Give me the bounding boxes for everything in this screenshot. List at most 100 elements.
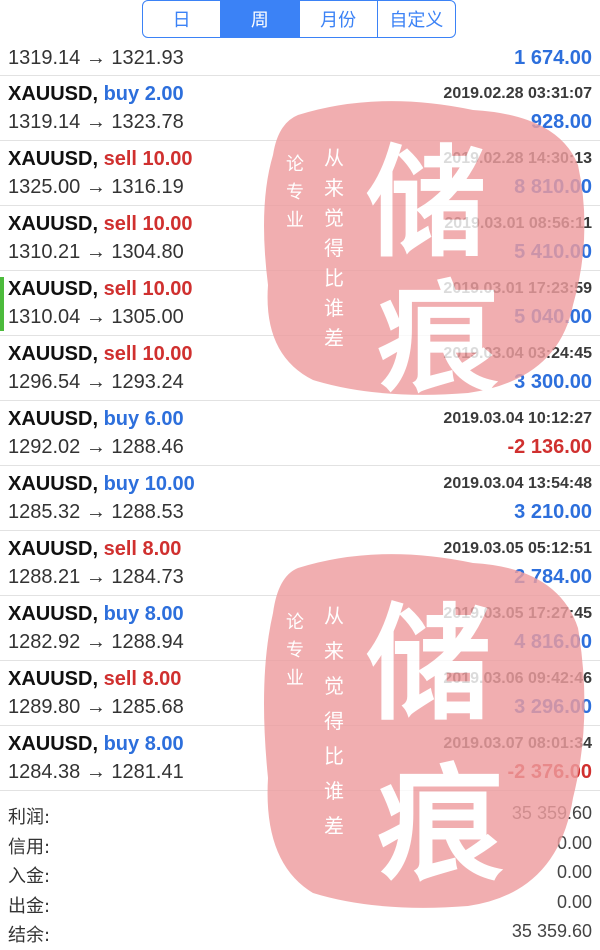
trade-profit: 5 040.00 — [514, 306, 592, 328]
summary-label: 结余: — [8, 925, 51, 946]
trade-open-price: 1319.14 — [8, 111, 81, 133]
trade-row[interactable]: XAUUSD, sell 8.00 2019.03.05 05:12:51 1288… — [0, 531, 600, 596]
trade-profit: 1 674.00 — [514, 47, 592, 69]
summary-row-withdrawal: 出金: 0.00 — [0, 889, 600, 919]
trade-action: buy 8.00 — [104, 733, 184, 755]
trade-row[interactable]: XAUUSD, buy 2.00 2019.02.28 03:31:07 1319.… — [0, 76, 600, 141]
trade-prices: 1288.21 → 1284.73 — [8, 566, 184, 589]
trade-prices: 1284.38 → 1281.41 — [8, 761, 184, 784]
trade-row[interactable]: XAUUSD, sell 10.00 2019.03.01 08:56:11 131… — [0, 206, 600, 271]
arrow-right-icon: → — [85, 501, 106, 523]
trade-prices: 1296.54 → 1293.24 — [8, 371, 184, 394]
trade-close-price: 1285.68 — [111, 696, 184, 718]
summary-label: 出金: — [8, 895, 51, 917]
trade-open-price: 1282.92 — [8, 631, 81, 653]
trade-open-price: 1285.32 — [8, 501, 81, 523]
trade-history-list: 1319.14 → 1321.93 1 674.00 XAUUSD, buy 2… — [0, 42, 600, 791]
trade-profit: 8 810.00 — [514, 176, 592, 198]
summary-value: 0.00 — [556, 832, 592, 853]
trade-profit: 928.00 — [530, 111, 592, 133]
trade-prices: 1325.00 → 1316.19 — [8, 176, 184, 199]
trade-title: XAUUSD, buy 10.00 — [8, 473, 195, 496]
summary-label: 信用: — [8, 836, 51, 858]
trade-time: 2019.02.28 03:31:07 — [443, 85, 592, 102]
trade-row[interactable]: XAUUSD, buy 6.00 2019.03.04 10:12:27 1292.… — [0, 401, 600, 466]
trade-action: buy 10.00 — [104, 473, 195, 495]
trade-action-type: sell — [103, 538, 137, 560]
trade-row[interactable]: XAUUSD, sell 8.00 2019.03.06 09:42:46 1289… — [0, 661, 600, 726]
trade-symbol: XAUUSD, — [8, 538, 99, 560]
trade-symbol: XAUUSD, — [8, 343, 99, 365]
trade-close-price: 1281.41 — [111, 761, 184, 783]
trade-row[interactable]: XAUUSD, buy 8.00 2019.03.07 08:01:34 1284.… — [0, 726, 600, 791]
trade-time: 2019.03.05 05:12:51 — [443, 540, 592, 557]
trade-action-type: sell — [103, 278, 137, 300]
trade-lots: 10.00 — [142, 278, 193, 300]
trade-row[interactable]: XAUUSD, buy 10.00 2019.03.04 13:54:48 1285… — [0, 466, 600, 531]
trade-close-price: 1288.94 — [111, 631, 184, 653]
summary-value: 35 359.60 — [511, 803, 592, 823]
arrow-right-icon: → — [85, 241, 106, 263]
trade-prices: 1310.04 → 1305.00 — [8, 306, 184, 329]
trade-title: XAUUSD, buy 8.00 — [8, 603, 184, 626]
trade-lots: 2.00 — [144, 83, 184, 105]
summary-row-deposit: 入金: 0.00 — [0, 859, 600, 889]
tab-day[interactable]: 日 — [143, 1, 222, 37]
tab-week[interactable]: 周 — [221, 1, 300, 37]
trade-open-price: 1325.00 — [8, 176, 81, 198]
trade-row[interactable]: XAUUSD, sell 10.00 2019.02.28 14:30:13 132… — [0, 141, 600, 206]
trade-title: XAUUSD, sell 8.00 — [8, 668, 181, 691]
trade-action-type: buy — [103, 473, 140, 495]
trade-action-type: sell — [103, 213, 137, 235]
trade-close-price: 1284.73 — [111, 566, 184, 588]
trade-symbol: XAUUSD, — [8, 83, 99, 105]
trade-prices: 1282.92 → 1288.94 — [8, 631, 184, 654]
trade-time: 2019.03.07 08:01:34 — [443, 735, 592, 752]
trade-time: 2019.03.04 10:12:27 — [443, 410, 592, 427]
summary-value: 0.00 — [556, 862, 592, 882]
trade-time: 2019.03.04 13:54:48 — [443, 475, 592, 492]
trade-lots: 8.00 — [142, 668, 182, 690]
trade-symbol: XAUUSD, — [8, 473, 99, 495]
trade-action-type: buy — [103, 408, 140, 430]
trade-action: buy 2.00 — [104, 83, 184, 105]
trade-profit: 4 816.00 — [514, 631, 592, 653]
trade-action: sell 10.00 — [104, 343, 193, 365]
tab-custom[interactable]: 自定义 — [378, 1, 455, 37]
arrow-right-icon: → — [85, 761, 106, 783]
trade-row[interactable]: XAUUSD, sell 10.00 2019.03.04 03:24:45 129… — [0, 336, 600, 401]
trade-prices: 1292.02 → 1288.46 — [8, 436, 184, 459]
tab-month[interactable]: 月份 — [300, 1, 378, 37]
trade-time: 2019.03.01 08:56:11 — [444, 215, 592, 232]
trade-lots: 10.00 — [142, 213, 193, 235]
summary-label: 利润: — [8, 807, 51, 828]
trade-profit: 5 410.00 — [514, 241, 592, 263]
trade-lots: 6.00 — [144, 408, 184, 430]
trade-symbol: XAUUSD, — [8, 668, 99, 690]
summary-row-balance: 结余: 35 359.60 — [0, 918, 600, 948]
arrow-right-icon: → — [85, 176, 106, 198]
trade-symbol: XAUUSD, — [8, 603, 99, 625]
trade-title: XAUUSD, sell 10.00 — [8, 148, 193, 171]
trade-action: sell 10.00 — [104, 278, 193, 300]
trade-row[interactable]: XAUUSD, buy 8.00 2019.03.05 17:27:45 1282.… — [0, 596, 600, 661]
summary-row-credit: 信用: 0.00 — [0, 830, 600, 860]
trade-action-type: buy — [103, 733, 140, 755]
trade-lots: 10.00 — [142, 148, 193, 170]
arrow-right-icon: → — [85, 111, 106, 133]
trade-title: XAUUSD, sell 10.00 — [8, 213, 193, 236]
trade-title: XAUUSD, sell 10.00 — [8, 343, 193, 366]
trade-row[interactable]: XAUUSD, sell 10.00 2019.03.01 17:23:59 131… — [0, 271, 600, 336]
trade-prices: 1319.14 → 1323.78 — [8, 111, 184, 134]
trade-symbol: XAUUSD, — [8, 148, 99, 170]
trade-symbol: XAUUSD, — [8, 408, 99, 430]
arrow-right-icon: → — [85, 436, 106, 458]
trade-action: buy 8.00 — [104, 603, 184, 625]
trade-lots: 8.00 — [144, 603, 184, 625]
trade-time: 2019.03.04 03:24:45 — [443, 345, 592, 362]
trade-title: XAUUSD, buy 6.00 — [8, 408, 184, 431]
trade-action: sell 8.00 — [104, 668, 182, 690]
trade-symbol: XAUUSD, — [8, 213, 99, 235]
trade-open-price: 1310.21 — [8, 241, 81, 263]
arrow-right-icon: → — [85, 631, 106, 653]
